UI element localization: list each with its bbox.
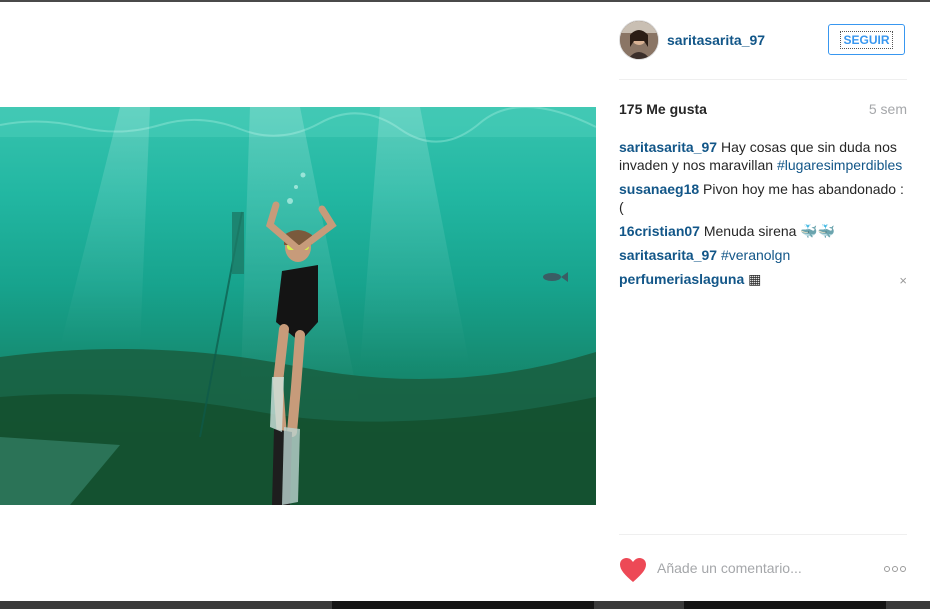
- comment-input[interactable]: [657, 555, 857, 581]
- close-icon[interactable]: ×: [899, 272, 907, 290]
- comment-username[interactable]: susanaeg18: [619, 181, 699, 197]
- post-header: saritasarita_97 SEGUIR: [619, 20, 907, 60]
- header-divider: [619, 79, 907, 80]
- comment-hashtag[interactable]: #lugaresimperdibles: [777, 157, 902, 173]
- post-age[interactable]: 5 sem: [869, 101, 907, 117]
- user-avatar[interactable]: [619, 20, 659, 60]
- comment-username[interactable]: saritasarita_97: [619, 139, 717, 155]
- avatar-image: [620, 21, 658, 59]
- username-link[interactable]: saritasarita_97: [667, 32, 765, 48]
- underwater-photo-art: [0, 107, 596, 505]
- comment-text: ▦: [744, 271, 762, 287]
- bottom-bar-segment: [684, 601, 886, 609]
- post-photo[interactable]: [0, 107, 596, 505]
- comment-username[interactable]: saritasarita_97: [619, 247, 717, 263]
- heart-icon[interactable]: [619, 557, 647, 583]
- window-bottom-bar: [0, 601, 930, 609]
- window-top-border: [0, 0, 930, 2]
- comment-username[interactable]: perfumeriaslaguna: [619, 271, 744, 287]
- comment-item: susanaeg18 Pivon hoy me has abandonado :…: [619, 180, 909, 216]
- bottom-bar-segment: [332, 601, 594, 609]
- comment-username[interactable]: 16cristian07: [619, 223, 700, 239]
- more-options-icon[interactable]: [883, 565, 907, 573]
- comment-item: perfumeriaslaguna ▦ ×: [619, 270, 909, 288]
- post-footer: [619, 553, 909, 587]
- comment-item: saritasarita_97 #veranolgn: [619, 246, 909, 264]
- comment-item: saritasarita_97 Hay cosas que sin duda n…: [619, 138, 909, 174]
- likes-count[interactable]: 175 Me gusta: [619, 101, 707, 117]
- comment-list: saritasarita_97 Hay cosas que sin duda n…: [619, 138, 909, 294]
- footer-divider: [619, 534, 907, 535]
- comment-item: 16cristian07 Menuda sirena 🐳🐳: [619, 222, 909, 240]
- comment-text: Menuda sirena 🐳🐳: [699, 223, 836, 239]
- follow-button[interactable]: SEGUIR: [828, 24, 905, 55]
- follow-button-label: SEGUIR: [840, 30, 893, 49]
- comment-hashtag[interactable]: #veranolgn: [721, 247, 790, 263]
